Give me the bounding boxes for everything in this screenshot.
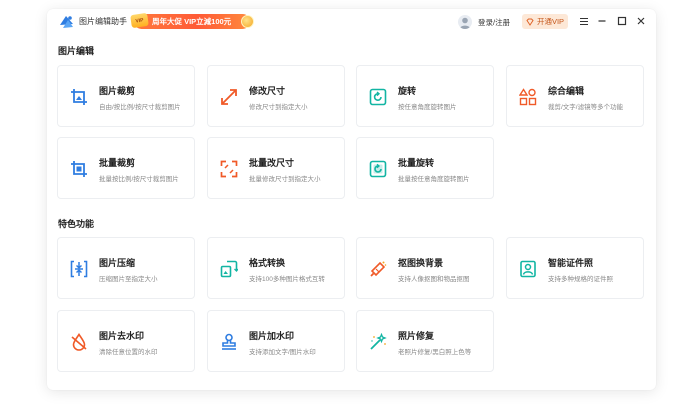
convert-icon [220,260,238,278]
crop-icon [70,88,88,106]
login-register-link[interactable]: 登录/注册 [478,17,510,28]
card-desc: 批量按比例/按尺寸裁剪图片 [99,176,179,183]
cutout-brush-icon [369,260,387,278]
card-title: 综合编辑 [548,86,585,96]
card-desc: 老照片修复/黑白照上色等 [398,349,472,356]
app-window: 图片编辑助手 VIP 周年大促 VIP立減100元 登录/注册 开通VIP 图片… [47,9,656,390]
section-title-image-edit: 图片编辑 [58,46,95,56]
card-batch-crop[interactable]: 批量裁剪 批量按比例/按尺寸裁剪图片 [57,137,195,199]
id-photo-icon [519,260,537,278]
card-batch-resize[interactable]: 批量改尺寸 批量修改尺寸到指定大小 [207,137,345,199]
edit-tools-icon [519,88,537,106]
card-desc: 批量按任意角度旋转图片 [398,176,470,183]
card-title: 批量改尺寸 [249,158,295,168]
card-desc: 清除任意位置的水印 [99,349,158,356]
open-vip-label: 开通VIP [536,17,565,26]
card-title: 批量裁剪 [99,158,136,168]
card-resize[interactable]: 修改尺寸 修改尺寸到指定大小 [207,65,345,127]
compress-icon [70,260,88,278]
diamond-icon [526,18,534,26]
app-title: 图片编辑助手 [79,17,127,26]
promo-banner[interactable]: VIP 周年大促 VIP立減100元 [130,12,254,29]
open-vip-button[interactable]: 开通VIP [522,14,568,29]
card-title: 图片裁剪 [99,86,136,96]
card-cutout-background[interactable]: 抠图换背景 支持人像抠图和物品抠图 [356,237,494,299]
card-format-convert[interactable]: 格式转换 支持100多种图片格式互转 [207,237,345,299]
card-image-crop[interactable]: 图片裁剪 自由/按比例/按尺寸裁剪图片 [57,65,195,127]
minimize-icon[interactable] [596,15,608,27]
coin-icon [241,15,254,28]
close-icon[interactable] [635,15,647,27]
promo-text: 周年大促 VIP立減100元 [152,17,232,26]
card-desc: 自由/按比例/按尺寸裁剪图片 [99,104,181,111]
stamp-icon [220,333,238,351]
card-title: 旋转 [398,86,417,96]
avatar[interactable] [458,15,472,29]
card-desc: 修改尺寸到指定大小 [249,104,308,111]
card-batch-rotate[interactable]: 批量旋转 批量按任意角度旋转图片 [356,137,494,199]
title-bar: 图片编辑助手 VIP 周年大促 VIP立減100元 登录/注册 开通VIP [47,9,656,35]
promo-vip-badge: VIP [130,12,149,29]
card-title: 图片去水印 [99,331,145,341]
rotate-icon [369,88,387,106]
app-logo-icon [59,15,74,29]
card-title: 抠图换背景 [398,258,444,268]
card-comprehensive-edit[interactable]: 综合编辑 裁剪/文字/滤镜等多个功能 [506,65,644,127]
card-desc: 支持100多种图片格式互转 [249,276,325,283]
card-desc: 支持人像抠图和物品抠图 [398,276,470,283]
card-desc: 压缩图片至指定大小 [99,276,158,283]
card-id-photo[interactable]: 智能证件照 支持多种规格的证件照 [506,237,644,299]
card-compress[interactable]: 图片压缩 压缩图片至指定大小 [57,237,195,299]
section-title-features: 特色功能 [58,219,95,229]
card-desc: 批量修改尺寸到指定大小 [249,176,321,183]
card-rotate[interactable]: 旋转 按任意角度旋转图片 [356,65,494,127]
batch-rotate-icon [369,160,387,178]
card-title: 图片加水印 [249,331,295,341]
card-photo-restore[interactable]: 照片修复 老照片修复/黑白照上色等 [356,310,494,372]
card-add-watermark[interactable]: 图片加水印 支持添加文字/图片水印 [207,310,345,372]
card-remove-watermark[interactable]: 图片去水印 清除任意位置的水印 [57,310,195,372]
batch-crop-icon [70,160,88,178]
remove-watermark-icon [70,333,88,351]
card-title: 批量旋转 [398,158,435,168]
menu-icon[interactable] [578,15,590,27]
card-desc: 支持添加文字/图片水印 [249,349,316,356]
resize-icon [220,88,238,106]
card-desc: 支持多种规格的证件照 [548,276,613,283]
magic-wand-icon [369,333,387,351]
card-title: 智能证件照 [548,258,594,268]
card-desc: 按任意角度旋转图片 [398,104,457,111]
maximize-icon[interactable] [616,15,628,27]
batch-resize-icon [220,160,238,178]
card-title: 修改尺寸 [249,86,286,96]
card-title: 格式转换 [249,258,286,268]
card-desc: 裁剪/文字/滤镜等多个功能 [548,104,624,111]
card-title: 照片修复 [398,331,435,341]
card-title: 图片压缩 [99,258,136,268]
